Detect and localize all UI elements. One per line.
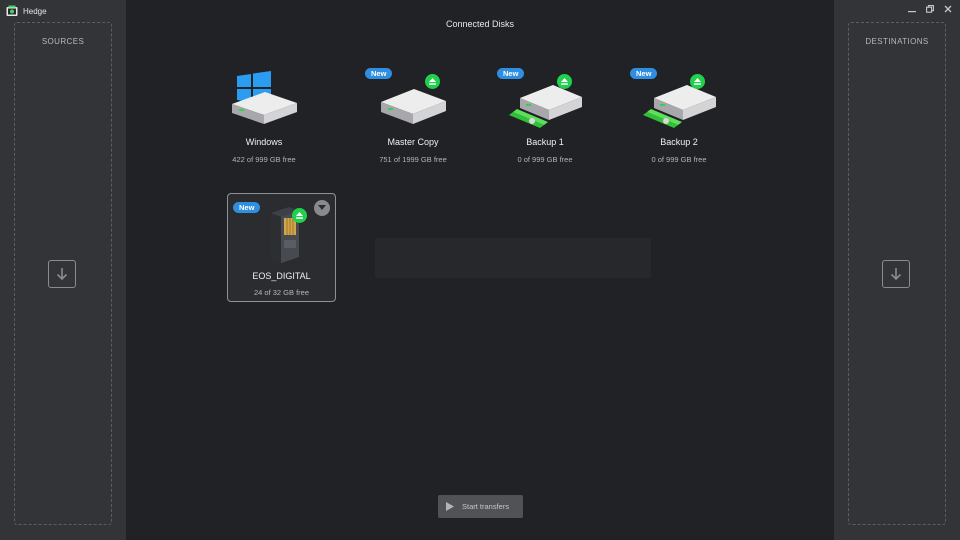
disk-name: EOS_DIGITAL bbox=[252, 271, 311, 281]
sources-dropzone[interactable]: SOURCES bbox=[14, 22, 112, 525]
windows-hdd-icon bbox=[232, 71, 297, 124]
close-icon[interactable] bbox=[944, 4, 952, 14]
eject-button[interactable] bbox=[690, 74, 705, 89]
disk-name: Backup 2 bbox=[660, 137, 698, 147]
sources-title: SOURCES bbox=[41, 37, 85, 46]
eject-button[interactable] bbox=[292, 208, 307, 223]
eject-icon bbox=[296, 212, 303, 219]
eject-button[interactable] bbox=[557, 74, 572, 89]
disk-free-space: 751 of 1999 GB free bbox=[379, 155, 447, 164]
disk-windows[interactable]: Windows 422 of 999 GB free bbox=[209, 60, 319, 170]
arrow-down-icon bbox=[882, 260, 910, 288]
eject-icon bbox=[429, 78, 436, 85]
disk-eos-digital[interactable]: New EOS_DIGITAL 24 of 32 GB free bbox=[227, 193, 336, 302]
new-badge: New bbox=[233, 202, 261, 213]
new-badge: New bbox=[497, 68, 525, 79]
app-titlebar: Hedge bbox=[6, 4, 47, 18]
eject-icon bbox=[694, 78, 701, 85]
play-icon bbox=[446, 502, 454, 511]
destinations-panel: DESTINATIONS bbox=[834, 0, 960, 540]
sources-panel: Hedge SOURCES bbox=[0, 0, 126, 540]
disk-name: Master Copy bbox=[387, 137, 439, 147]
disk-name: Windows bbox=[245, 137, 283, 147]
arrow-down-icon bbox=[48, 260, 76, 288]
destinations-dropzone[interactable]: DESTINATIONS bbox=[848, 22, 946, 525]
main-area: Connected Disks Windows 422 of 999 GB fr… bbox=[126, 0, 834, 540]
app-name: Hedge bbox=[23, 6, 47, 16]
chevron-down-icon bbox=[318, 205, 326, 210]
new-badge: New bbox=[365, 68, 393, 79]
page-title: Connected Disks bbox=[445, 19, 515, 29]
disk-free-space: 0 of 999 GB free bbox=[651, 155, 707, 164]
disk-name: Backup 1 bbox=[526, 137, 564, 147]
disk-menu-button[interactable] bbox=[314, 200, 330, 216]
eject-button[interactable] bbox=[425, 74, 440, 89]
start-transfers-label: Start transfers bbox=[462, 502, 510, 511]
eject-icon bbox=[561, 78, 568, 85]
window-controls bbox=[908, 4, 952, 14]
disk-free-space: 24 of 32 GB free bbox=[253, 288, 310, 297]
start-transfers-button[interactable]: Start transfers bbox=[438, 495, 523, 518]
minimize-icon[interactable] bbox=[908, 4, 916, 14]
restore-icon[interactable] bbox=[926, 4, 934, 14]
new-badge: New bbox=[630, 68, 658, 79]
placeholder-block bbox=[375, 238, 651, 278]
disk-free-space: 0 of 999 GB free bbox=[517, 155, 573, 164]
hedge-logo-icon bbox=[6, 5, 18, 16]
disk-free-space: 422 of 999 GB free bbox=[232, 155, 296, 164]
destinations-title: DESTINATIONS bbox=[865, 37, 929, 46]
